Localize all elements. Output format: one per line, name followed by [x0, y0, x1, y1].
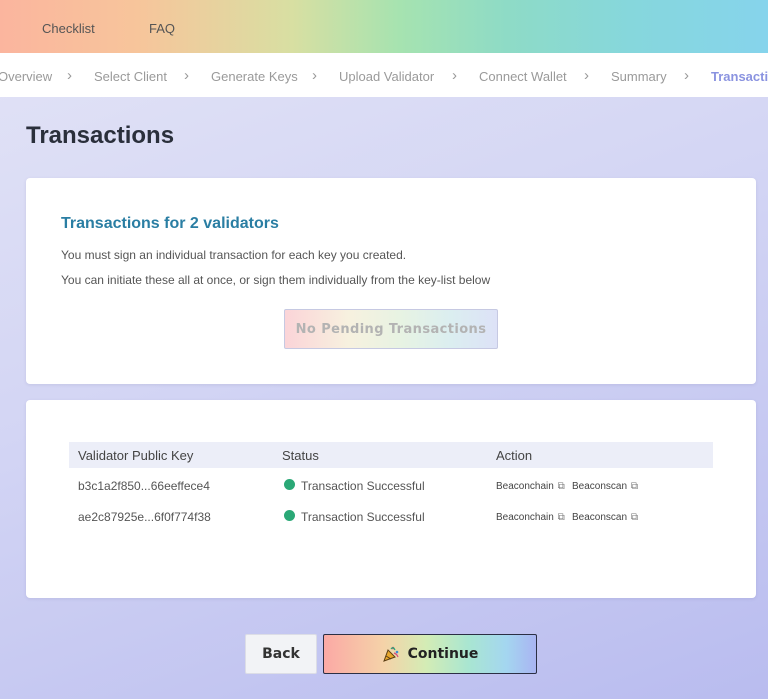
step-transactions[interactable]: Transactions: [711, 69, 768, 84]
instruction-text-2: You can initiate these all at once, or s…: [61, 273, 491, 287]
step-summary[interactable]: Summary: [611, 69, 667, 84]
column-header-status: Status: [282, 448, 319, 463]
table-row: b3c1a2f850...66eeffece4 Transaction Succ…: [69, 471, 713, 501]
page-title: Transactions: [26, 122, 175, 149]
beaconchain-link-label: Beaconchain: [496, 512, 554, 523]
step-select-client[interactable]: Select Client: [94, 69, 167, 84]
back-button[interactable]: Back: [245, 634, 317, 674]
step-overview[interactable]: Overview: [0, 69, 52, 84]
external-link-icon: ⧉: [557, 481, 565, 492]
chevron-right-icon: ›: [184, 67, 189, 84]
nav-link-faq[interactable]: FAQ: [149, 21, 175, 36]
table-row: ae2c87925e...6f0f774f38 Transaction Succ…: [69, 502, 713, 532]
step-connect-wallet[interactable]: Connect Wallet: [479, 69, 567, 84]
status-text: Transaction Successful: [301, 510, 425, 524]
beaconchain-link[interactable]: Beaconchain ⧉: [496, 512, 565, 523]
instruction-text-1: You must sign an individual transaction …: [61, 248, 407, 262]
chevron-right-icon: ›: [584, 67, 589, 84]
table-header: Validator Public Key Status Action: [69, 442, 713, 468]
status-text: Transaction Successful: [301, 479, 425, 493]
top-nav-bar: Checklist FAQ: [0, 0, 768, 53]
beaconscan-link-label: Beaconscan: [572, 481, 628, 492]
beaconchain-link[interactable]: Beaconchain ⧉: [496, 481, 565, 492]
external-link-icon: ⧉: [630, 481, 638, 492]
status-success-icon: [284, 479, 295, 490]
step-generate-keys[interactable]: Generate Keys: [211, 69, 298, 84]
transactions-heading: Transactions for 2 validators: [61, 215, 279, 232]
step-upload-validator[interactable]: Upload Validator: [339, 69, 434, 84]
nav-link-checklist[interactable]: Checklist: [42, 21, 95, 36]
no-pending-transactions-button[interactable]: No Pending Transactions: [284, 309, 498, 349]
status-success-icon: [284, 510, 295, 521]
column-header-key: Validator Public Key: [78, 448, 194, 463]
validator-key: b3c1a2f850...66eeffece4: [78, 479, 210, 493]
chevron-right-icon: ›: [312, 67, 317, 84]
beaconchain-link-label: Beaconchain: [496, 481, 554, 492]
beaconscan-link[interactable]: Beaconscan ⧉: [572, 481, 638, 492]
validator-table-card: Validator Public Key Status Action b3c1a…: [26, 400, 756, 598]
chevron-right-icon: ›: [452, 67, 457, 84]
transactions-summary-card: Transactions for 2 validators You must s…: [26, 178, 756, 384]
chevron-right-icon: ›: [67, 67, 72, 84]
chevron-right-icon: ›: [684, 67, 689, 84]
beaconscan-link-label: Beaconscan: [572, 512, 628, 523]
continue-label: Continue: [407, 646, 479, 662]
beaconscan-link[interactable]: Beaconscan ⧉: [572, 512, 638, 523]
step-navigation: Overview › Select Client › Generate Keys…: [0, 53, 768, 97]
validator-key: ae2c87925e...6f0f774f38: [78, 510, 211, 524]
external-link-icon: ⧉: [630, 512, 638, 523]
column-header-action: Action: [496, 448, 533, 463]
continue-button[interactable]: Continue: [323, 634, 537, 674]
party-popper-icon: [382, 646, 399, 662]
external-link-icon: ⧉: [557, 512, 565, 523]
